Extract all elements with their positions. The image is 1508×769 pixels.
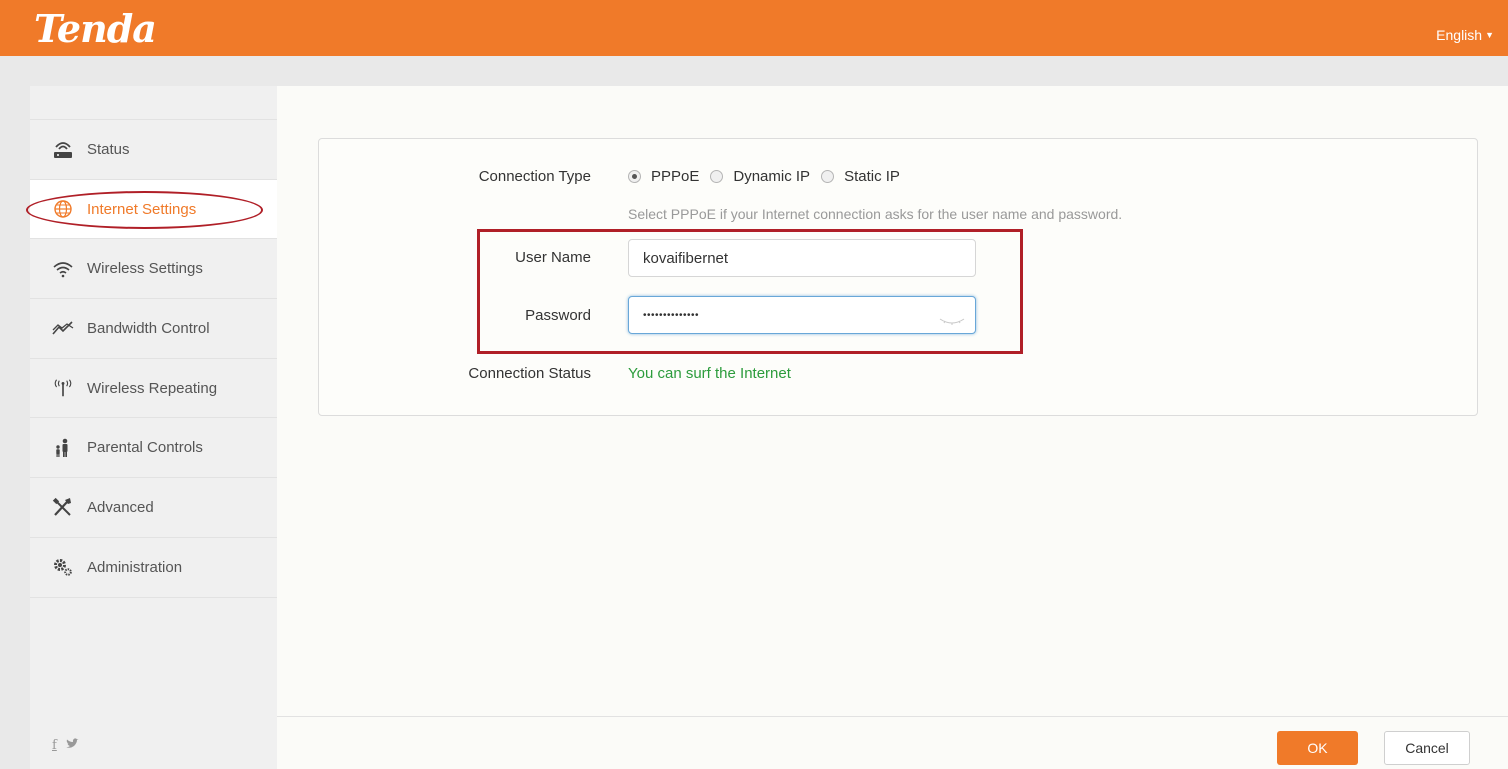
top-header: Tenda English ▼ — [0, 0, 1508, 56]
sidebar-item-status[interactable]: Status — [30, 120, 277, 180]
radio-label: Static IP — [844, 168, 900, 185]
sidebar-item-label: Wireless Repeating — [87, 379, 218, 397]
tools-icon — [52, 496, 74, 518]
sidebar-item-label: Advanced — [87, 498, 154, 516]
sidebar: Status Internet Settings Wireless Settin… — [26, 86, 277, 769]
sidebar-item-advanced[interactable]: Advanced — [30, 478, 277, 538]
username-input[interactable] — [628, 239, 976, 277]
bandwidth-icon — [52, 317, 74, 339]
connection-status-value: You can surf the Internet — [628, 365, 791, 382]
radio-dot — [821, 170, 835, 183]
radio-dot — [710, 170, 724, 183]
wifi-icon — [52, 258, 74, 280]
language-label: English — [1436, 27, 1483, 43]
twitter-icon[interactable] — [65, 738, 79, 753]
sidebar-top-spacer — [30, 86, 277, 120]
sidebar-item-label: Administration — [87, 558, 183, 576]
router-icon — [52, 138, 74, 160]
language-selector[interactable]: English ▼ — [1436, 27, 1494, 43]
globe-icon — [52, 198, 74, 220]
sidebar-item-parental-controls[interactable]: Parental Controls — [30, 418, 277, 479]
ok-button[interactable]: OK — [1277, 731, 1358, 765]
main-content: Connection Type PPPoE Dynamic IP Static … — [277, 86, 1508, 769]
radio-dot-selected — [628, 170, 641, 183]
radio-label: Dynamic IP — [733, 168, 811, 185]
sidebar-item-label: Parental Controls — [87, 439, 203, 457]
password-input[interactable] — [628, 296, 976, 334]
sidebar-item-wireless-repeating[interactable]: Wireless Repeating — [30, 359, 277, 419]
radio-static-ip[interactable]: Static IP — [821, 168, 900, 185]
connection-type-label: Connection Type — [478, 168, 591, 185]
internet-settings-panel: Connection Type PPPoE Dynamic IP Static … — [318, 138, 1478, 416]
radio-label: PPPoE — [651, 168, 700, 185]
username-label: User Name — [515, 249, 591, 266]
sidebar-item-label: Wireless Settings — [87, 260, 203, 278]
parent-child-icon — [52, 437, 74, 459]
sidebar-item-wireless-settings[interactable]: Wireless Settings — [30, 239, 277, 300]
antenna-icon — [52, 377, 74, 399]
facebook-icon[interactable]: f — [52, 738, 57, 753]
cancel-button[interactable]: Cancel — [1384, 731, 1470, 765]
sidebar-item-label: Bandwidth Control — [87, 319, 210, 337]
chevron-down-icon: ▼ — [1485, 30, 1494, 40]
connection-type-radio-group: PPPoE Dynamic IP Static IP — [628, 168, 911, 185]
sidebar-item-internet-settings[interactable]: Internet Settings — [26, 179, 277, 240]
sidebar-item-label: Status — [87, 140, 130, 158]
sidebar-item-bandwidth-control[interactable]: Bandwidth Control — [30, 299, 277, 359]
radio-pppoe[interactable]: PPPoE — [628, 168, 699, 185]
pppoe-hint: Select PPPoE if your Internet connection… — [628, 206, 1123, 222]
social-links: f — [52, 738, 79, 753]
connection-status-label: Connection Status — [468, 365, 591, 382]
sidebar-item-administration[interactable]: Administration — [30, 538, 277, 598]
tenda-logo: Tenda — [34, 6, 157, 51]
gears-icon — [52, 556, 74, 578]
sidebar-item-label: Internet Settings — [87, 200, 197, 218]
radio-dynamic-ip[interactable]: Dynamic IP — [710, 168, 810, 185]
password-label: Password — [525, 307, 591, 324]
action-bar: OK Cancel — [277, 716, 1508, 769]
